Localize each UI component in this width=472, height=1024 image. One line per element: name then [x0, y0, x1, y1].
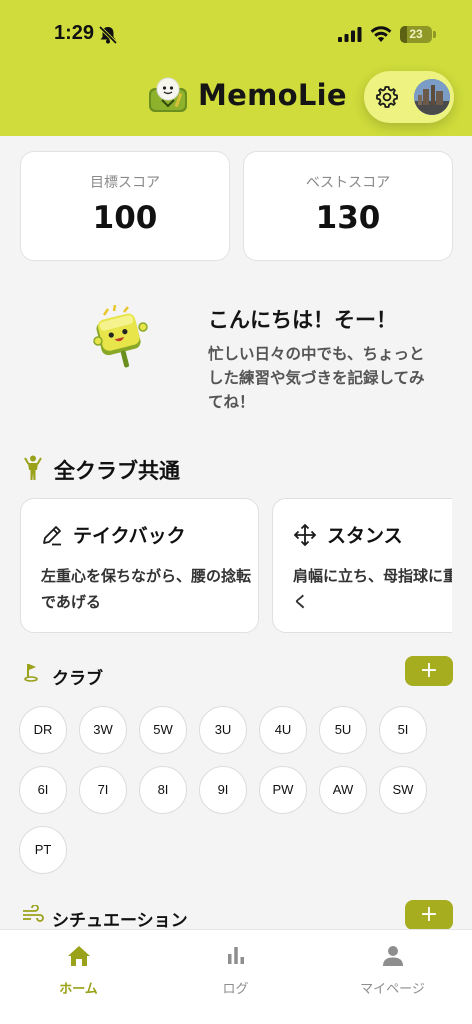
- target-score-value: 100: [92, 200, 158, 236]
- battery-fill: [400, 26, 408, 43]
- tips-carousel[interactable]: テイクバック 左重心を保ちながら、腰の捻転であげる スタンス 肩幅に立ち、母指球…: [20, 498, 452, 634]
- move-arrows-icon: [293, 523, 317, 546]
- add-situation-button[interactable]: +: [405, 900, 453, 930]
- club-chip[interactable]: 5W: [139, 706, 187, 754]
- status-time: 1:29: [54, 22, 95, 44]
- club-chip[interactable]: PW: [259, 766, 307, 814]
- battery-level: 23: [409, 27, 423, 41]
- club-chip[interactable]: AW: [319, 766, 367, 814]
- nav-log-label: ログ: [222, 982, 249, 997]
- battery-indicator: 23: [400, 26, 436, 43]
- club-chip[interactable]: 5U: [319, 706, 367, 754]
- person-icon: [382, 946, 403, 966]
- tip-card[interactable]: スタンス 肩幅に立ち、母指球に重心を置く: [272, 498, 452, 633]
- club-chip[interactable]: DR: [19, 706, 67, 754]
- nav-mypage[interactable]: マイページ: [314, 930, 471, 1024]
- tip-body: 左重心を保ちながら、腰の捻転であげる: [41, 567, 252, 611]
- common-section-title: 全クラブ共通: [54, 459, 180, 483]
- wind-icon: [23, 905, 44, 922]
- settings-gear-icon[interactable]: [375, 85, 399, 109]
- club-chip[interactable]: 9I: [199, 766, 247, 814]
- club-chip[interactable]: 5I: [379, 706, 427, 754]
- tip-body: 肩幅に立ち、母指球に重心を置く: [293, 567, 452, 611]
- header-actions: [364, 71, 454, 123]
- club-chip[interactable]: 8I: [139, 766, 187, 814]
- app-brand: MemoLie: [148, 76, 347, 114]
- best-score-value: 130: [315, 200, 381, 236]
- home-icon: [67, 946, 90, 966]
- user-avatar[interactable]: [414, 79, 450, 115]
- club-chip[interactable]: PT: [19, 826, 67, 874]
- club-chip[interactable]: 3U: [199, 706, 247, 754]
- target-score-card[interactable]: 目標スコア 100: [20, 151, 230, 261]
- app-header: 1:29 23 MemoLie: [0, 0, 472, 136]
- best-score-label: ベストスコア: [305, 175, 391, 191]
- greeting-title: こんにちは！そー！: [208, 308, 397, 332]
- situation-section-title: シチュエーション: [52, 911, 188, 931]
- app-title: MemoLie: [198, 78, 347, 112]
- club-chip[interactable]: 3W: [79, 706, 127, 754]
- golfer-icon: [24, 455, 42, 480]
- tip-card[interactable]: テイクバック 左重心を保ちながら、腰の捻転であげる: [20, 498, 259, 633]
- flag-icon: [24, 664, 38, 682]
- mascot-character-icon: [93, 305, 148, 368]
- app-logo-icon: [149, 77, 187, 112]
- bar-chart-icon: [227, 947, 244, 964]
- target-score-label: 目標スコア: [90, 175, 160, 191]
- club-chip[interactable]: SW: [379, 766, 427, 814]
- club-chip[interactable]: 7I: [79, 766, 127, 814]
- clubs-section-title: クラブ: [52, 669, 103, 689]
- nav-log[interactable]: ログ: [157, 930, 314, 1024]
- status-bar: 1:29 23: [0, 0, 472, 70]
- best-score-card[interactable]: ベストスコア 130: [243, 151, 453, 261]
- bell-off-icon: [98, 26, 118, 44]
- bottom-navigation: ホーム ログ マイページ: [0, 929, 472, 1024]
- tip-title: スタンス: [327, 525, 403, 547]
- avatar-photo-icon: [414, 79, 450, 115]
- wifi-icon: [370, 26, 392, 42]
- pencil-icon: [43, 525, 61, 545]
- signal-icon: [338, 27, 362, 42]
- greeting-message: 忙しい日々の中でも、ちょっとした練習や気づきを記録してみてね！: [208, 345, 425, 411]
- nav-mypage-label: マイページ: [360, 982, 425, 997]
- nav-home-label: ホーム: [59, 982, 98, 997]
- tip-title: テイクバック: [73, 525, 186, 547]
- nav-home[interactable]: ホーム: [0, 930, 157, 1024]
- club-chip[interactable]: 6I: [19, 766, 67, 814]
- club-chip[interactable]: 4U: [259, 706, 307, 754]
- add-club-button[interactable]: +: [405, 656, 453, 686]
